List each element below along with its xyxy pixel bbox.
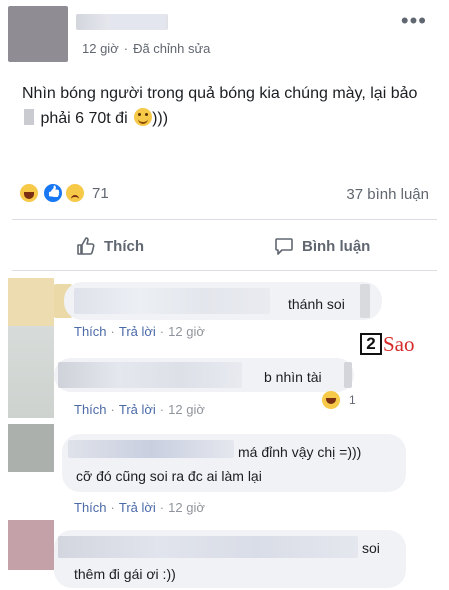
comment-bubble: má đỉnh vậy chị =))) cỡ đó cũng soi ra đ… <box>62 434 406 492</box>
comment-text: thánh soi <box>288 296 345 312</box>
comment-time[interactable]: 12 giờ <box>168 500 205 515</box>
separator: · <box>159 500 165 515</box>
comment-bubble: soi thêm đi gái ơi :)) <box>54 530 406 588</box>
separator: · <box>159 402 165 417</box>
edited-label[interactable]: Đã chỉnh sửa <box>133 41 210 56</box>
post-text-part3: ))) <box>152 110 169 127</box>
post-text-part2: phải 6 70t đi <box>40 110 128 127</box>
post-text: Nhìn bóng người trong quả bóng kia chúng… <box>22 81 434 131</box>
separator: · <box>159 324 165 339</box>
haha-reaction-icon <box>322 391 340 409</box>
meta-separator: · <box>123 41 129 56</box>
post-header: 12 giờ · Đã chỉnh sửa ••• <box>0 0 449 66</box>
more-icon[interactable]: ••• <box>401 10 427 32</box>
redacted-block <box>360 284 370 318</box>
author-name-redacted-2 <box>110 14 166 30</box>
watermark-text: Sao <box>383 331 415 356</box>
comment-like-link[interactable]: Thích <box>74 500 107 515</box>
redacted-name[interactable] <box>74 288 270 314</box>
comment-bubble: b nhìn tài <box>54 358 354 392</box>
comment-button-label: Bình luận <box>302 237 371 255</box>
commenter-avatar[interactable] <box>8 326 54 418</box>
comment-text-line1: má đỉnh vậy chị =))) <box>238 444 362 460</box>
redacted-name[interactable] <box>68 440 234 458</box>
comment-like-link[interactable]: Thích <box>74 324 107 339</box>
author-avatar[interactable] <box>8 6 68 62</box>
comment-actions: Thích · Trả lời · 12 giờ <box>74 500 205 515</box>
separator: · <box>110 324 115 339</box>
haha-reaction-icon <box>18 182 40 204</box>
comment-text: b nhìn tài <box>264 369 322 385</box>
redacted-block <box>344 362 352 388</box>
smile-emoji-icon <box>134 108 153 126</box>
thumbs-up-icon <box>77 237 95 255</box>
redacted-name[interactable] <box>58 362 242 388</box>
post-text-part1: Nhìn bóng người trong quả bóng kia chúng… <box>22 85 418 102</box>
comment-reaction-count: 1 <box>349 393 356 407</box>
divider <box>12 270 437 271</box>
reaction-count[interactable]: 71 <box>92 185 109 202</box>
comment-text-line2: cỡ đó cũng soi ra đc ai làm lại <box>76 468 262 484</box>
separator: · <box>110 500 115 515</box>
commenter-avatar[interactable] <box>8 520 54 570</box>
divider <box>12 219 437 220</box>
comment-like-link[interactable]: Thích <box>74 402 107 417</box>
post-meta: 12 giờ · Đã chỉnh sửa <box>82 41 210 56</box>
comment-count[interactable]: 37 bình luận <box>346 186 429 203</box>
speech-bubble-icon <box>275 238 293 255</box>
comment-reply-link[interactable]: Trả lời <box>119 324 156 339</box>
post-time[interactable]: 12 giờ <box>82 41 119 56</box>
comment-text-line1: soi <box>362 540 380 556</box>
comment-actions: Thích · Trả lời · 12 giờ <box>74 324 205 339</box>
comment-actions: Thích · Trả lời · 12 giờ <box>74 402 205 417</box>
sad-reaction-icon <box>64 182 86 204</box>
comment-reply-link[interactable]: Trả lời <box>119 402 156 417</box>
comment-time[interactable]: 12 giờ <box>168 402 205 417</box>
comment-reply-link[interactable]: Trả lời <box>119 500 156 515</box>
like-button[interactable]: Thích <box>76 233 144 259</box>
watermark-number: 2 <box>360 333 382 355</box>
redacted-name[interactable] <box>58 536 358 558</box>
separator: · <box>110 402 115 417</box>
comment-reaction-badge[interactable]: 1 <box>322 390 356 410</box>
like-reaction-icon <box>42 182 64 204</box>
comment-button[interactable]: Bình luận <box>274 233 370 259</box>
redacted-word <box>24 109 34 125</box>
commenter-avatar[interactable] <box>8 424 54 472</box>
comment-bubble: thánh soi <box>64 282 382 320</box>
commenter-avatar[interactable] <box>8 278 54 326</box>
comment-text-line2: thêm đi gái ơi :)) <box>74 566 176 582</box>
comment-time[interactable]: 12 giờ <box>168 324 205 339</box>
like-button-label: Thích <box>104 237 144 255</box>
watermark-logo: 2 Sao <box>360 331 415 357</box>
